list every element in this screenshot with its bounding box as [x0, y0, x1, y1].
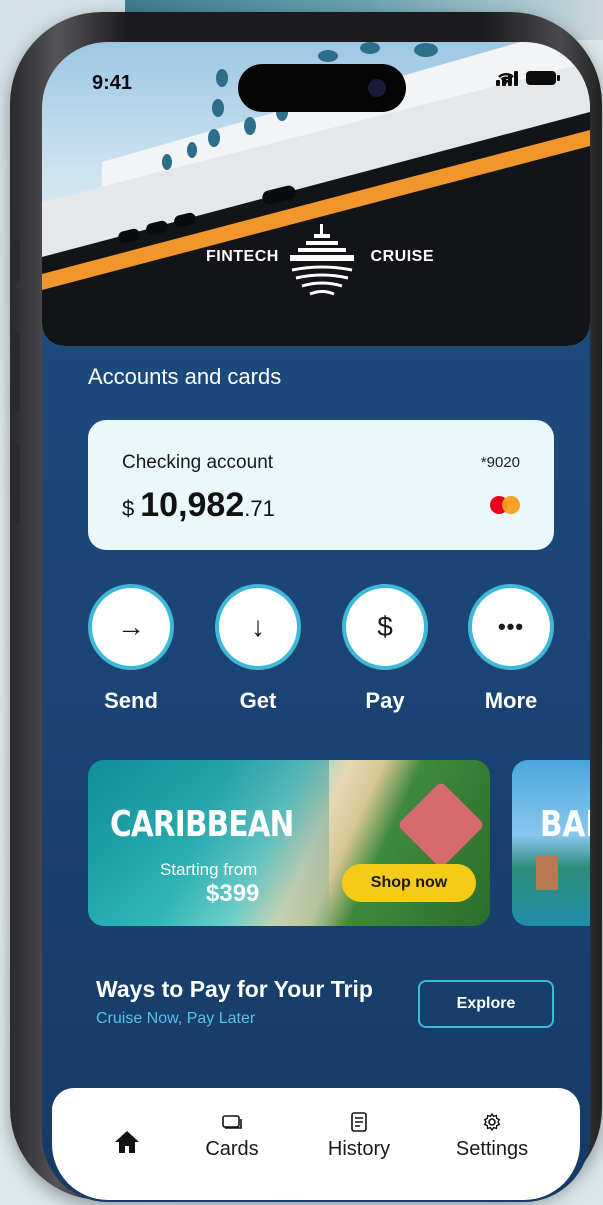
status-icons: [496, 70, 560, 86]
get-button[interactable]: ↓ Get: [215, 584, 301, 714]
volume-up-button: [10, 330, 20, 412]
tab-settings-label: Settings: [455, 1138, 529, 1160]
more-button[interactable]: ••• More: [468, 584, 554, 714]
ship-logo-icon: [290, 224, 354, 296]
promo-from-label: Starting from: [160, 860, 258, 879]
brand-left-text: FINTECH: [206, 248, 279, 265]
home-icon: [115, 1131, 139, 1153]
send-button[interactable]: → Send: [88, 584, 174, 714]
app-screen: 9:41 FINTECH CRUISE Accounts and cards C…: [42, 42, 590, 1202]
dollar-icon: $: [342, 584, 428, 670]
umbrella-image: [397, 781, 485, 869]
camera-icon: [368, 79, 386, 97]
volume-down-button: [10, 442, 20, 524]
mute-switch: [10, 240, 20, 282]
dynamic-island: [238, 64, 406, 112]
arrow-down-icon: ↓: [215, 584, 301, 670]
history-icon: [351, 1112, 367, 1132]
tab-history-label: History: [327, 1138, 391, 1160]
pay-label: Pay: [365, 688, 405, 713]
account-name: Checking account: [122, 452, 274, 473]
more-label: More: [484, 688, 538, 713]
promo-card-bahamas[interactable]: BAH: [512, 760, 590, 926]
balance-whole: 10,982: [140, 486, 245, 524]
status-time: 9:41: [92, 72, 133, 94]
tab-cards-label: Cards: [205, 1138, 259, 1160]
balance-cents: .71: [244, 496, 275, 521]
send-label: Send: [104, 688, 158, 713]
account-card[interactable]: Checking account *9020 $ 10,982 .71: [88, 420, 554, 550]
mastercard-icon: [490, 496, 520, 514]
tab-cards[interactable]: Cards: [192, 1112, 272, 1161]
get-label: Get: [239, 688, 277, 713]
section-title: Accounts and cards: [88, 364, 282, 389]
pay-section-title: Ways to Pay for Your Trip: [96, 976, 373, 1002]
brand-right-text: CRUISE: [370, 248, 434, 265]
phone-frame: 9:41 FINTECH CRUISE Accounts and cards C…: [10, 12, 602, 1202]
tab-history[interactable]: History: [314, 1112, 404, 1161]
battery-icon: [526, 71, 560, 85]
more-icon: •••: [468, 584, 554, 670]
pay-section-subtitle: Cruise Now, Pay Later: [96, 1010, 256, 1027]
arrow-right-icon: →: [88, 584, 174, 670]
hero-banner: 9:41 FINTECH CRUISE: [42, 42, 590, 346]
balance-currency: $: [122, 496, 135, 521]
settings-icon: [483, 1112, 501, 1132]
account-balance: $ 10,982 .71: [122, 486, 275, 525]
brand-logo: FINTECH CRUISE: [202, 220, 442, 300]
tab-settings[interactable]: Settings: [442, 1112, 542, 1161]
shop-now-button[interactable]: Shop now: [342, 864, 476, 902]
tab-bar: Cards History Settings: [52, 1088, 580, 1200]
promo-card-caribbean[interactable]: CARIBBEAN Starting from $399 Shop now: [88, 760, 490, 926]
promo2-building-image: [536, 856, 558, 890]
cards-icon: [222, 1115, 242, 1129]
account-number: *9020: [480, 454, 520, 471]
promo2-title: BAH: [540, 804, 590, 845]
tab-home[interactable]: [114, 1130, 140, 1159]
explore-button[interactable]: Explore: [418, 980, 554, 1028]
promo-price: $399: [206, 880, 260, 907]
promo-title: CARIBBEAN: [110, 804, 294, 845]
pay-button[interactable]: $ Pay: [342, 584, 428, 714]
wifi-icon: [498, 72, 514, 84]
